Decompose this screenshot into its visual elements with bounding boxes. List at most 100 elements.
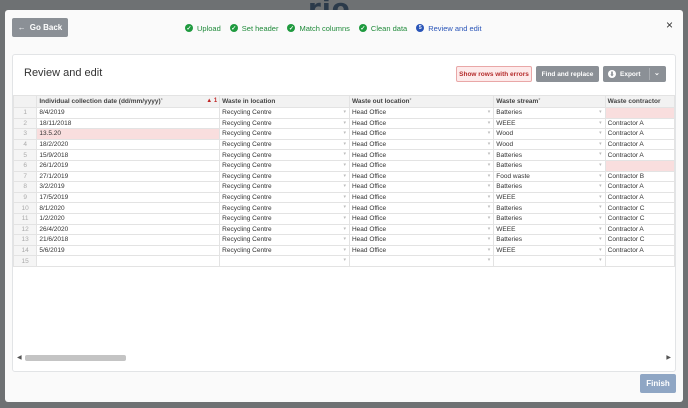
table-cell[interactable]: 17/5/2019 [36,191,221,204]
table-cell[interactable]: WEEE ▾ [493,191,606,204]
chevron-down-icon[interactable]: ▾ [488,236,491,245]
chevron-down-icon[interactable]: ▾ [343,151,346,160]
table-cell[interactable]: Recycling Centre ▾ [219,149,350,161]
table-cell[interactable]: Contractor A [604,149,675,161]
table-cell[interactable]: 26/1/2019 [36,159,221,172]
table-cell[interactable] [604,107,675,119]
chevron-down-icon[interactable]: ▾ [488,119,491,128]
table-cell[interactable]: 18/2/2020 [36,138,221,151]
table-cell[interactable]: Recycling Centre ▾ [219,107,350,119]
warning-icon[interactable]: ▲ 1 [206,97,217,106]
chevron-down-icon[interactable]: ⌄ [654,69,660,77]
table-cell[interactable]: Recycling Centre ▾ [219,117,350,130]
chevron-down-icon[interactable]: ▾ [488,214,491,223]
chevron-down-icon[interactable]: ▾ [343,193,346,202]
chevron-down-icon[interactable]: ▾ [488,108,491,117]
table-cell[interactable]: 8/4/2019 [36,107,221,119]
table-cell[interactable]: Contractor B [604,170,675,183]
table-cell[interactable]: 13.5.20 [36,128,221,140]
table-cell[interactable]: Food waste ▾ [493,170,606,183]
table-cell[interactable]: Contractor A [604,138,675,151]
chevron-down-icon[interactable]: ▾ [488,130,491,139]
table-cell[interactable]: Contractor C [604,234,675,246]
table-cell[interactable]: Head Office ▾ [348,181,495,193]
table-cell[interactable]: Recycling Centre ▾ [219,191,350,204]
close-icon[interactable]: × [666,18,673,32]
export-button[interactable]: ⬇ Export ⌄ [603,66,666,82]
chevron-down-icon[interactable]: ▾ [488,257,491,266]
table-cell[interactable]: 21/6/2018 [36,234,221,246]
table-cell[interactable]: WEEE ▾ [493,223,606,236]
chevron-down-icon[interactable]: ▾ [343,119,346,128]
chevron-down-icon[interactable]: ▾ [488,161,491,170]
chevron-down-icon[interactable]: ▾ [343,225,346,234]
go-back-button[interactable]: ← Go Back [12,18,68,37]
column-header-collection-date[interactable]: Individual collection date (dd/mm/yyyy)*… [36,95,221,108]
chevron-down-icon[interactable]: ▾ [343,108,346,117]
chevron-down-icon[interactable]: ▾ [488,204,491,213]
table-cell[interactable] [604,159,675,172]
chevron-down-icon[interactable]: ▾ [599,204,602,213]
chevron-down-icon[interactable]: ▾ [343,161,346,170]
chevron-down-icon[interactable]: ▾ [599,214,602,223]
chevron-down-icon[interactable]: ▾ [343,130,346,139]
chevron-down-icon[interactable]: ▾ [599,130,602,139]
chevron-down-icon[interactable]: ▾ [343,214,346,223]
table-cell[interactable]: Head Office ▾ [348,170,495,183]
finish-button[interactable]: Finish [640,374,676,393]
table-cell[interactable]: WEEE ▾ [493,117,606,130]
table-cell[interactable]: Recycling Centre ▾ [219,234,350,246]
table-cell[interactable]: WEEE ▾ [493,244,606,257]
chevron-down-icon[interactable]: ▾ [488,225,491,234]
table-cell[interactable]: Contractor C [604,212,675,225]
show-errors-button[interactable]: Show rows with errors [456,66,532,82]
table-cell[interactable]: Recycling Centre ▾ [219,181,350,193]
table-cell[interactable]: Contractor A [604,181,675,193]
chevron-down-icon[interactable]: ▾ [343,172,346,181]
chevron-down-icon[interactable]: ▾ [488,246,491,255]
table-cell[interactable]: Recycling Centre ▾ [219,138,350,151]
table-cell[interactable]: ▾ [348,255,495,267]
table-cell[interactable]: Recycling Centre ▾ [219,244,350,257]
table-cell[interactable]: Recycling Centre ▾ [219,159,350,172]
table-cell[interactable]: Head Office ▾ [348,107,495,119]
table-cell[interactable]: Batteries ▾ [493,107,606,119]
table-cell[interactable]: 3/2/2019 [36,181,221,193]
table-cell[interactable]: Wood ▾ [493,128,606,140]
table-cell[interactable]: 26/4/2020 [36,223,221,236]
chevron-down-icon[interactable]: ▾ [488,172,491,181]
table-cell[interactable]: Contractor A [604,128,675,140]
scroll-right-icon[interactable]: ▶ [666,354,671,361]
table-cell[interactable]: Head Office ▾ [348,223,495,236]
table-cell[interactable] [604,255,675,267]
table-cell[interactable]: Recycling Centre ▾ [219,223,350,236]
chevron-down-icon[interactable]: ▾ [343,257,346,266]
chevron-down-icon[interactable]: ▾ [599,236,602,245]
table-cell[interactable]: Contractor C [604,202,675,214]
column-header-waste-contractor[interactable]: Waste contractor [604,95,675,108]
table-cell[interactable]: Head Office ▾ [348,149,495,161]
table-cell[interactable]: Recycling Centre ▾ [219,202,350,214]
table-cell[interactable]: Batteries ▾ [493,202,606,214]
table-cell[interactable]: Head Office ▾ [348,234,495,246]
table-cell[interactable]: Head Office ▾ [348,128,495,140]
chevron-down-icon[interactable]: ▾ [488,183,491,192]
table-cell[interactable]: ▾ [219,255,350,267]
find-replace-button[interactable]: Find and replace [536,66,599,82]
column-header-waste-stream[interactable]: Waste stream* [493,95,606,108]
table-cell[interactable]: 27/1/2019 [36,170,221,183]
horizontal-scrollbar[interactable]: ◀ ▶ [13,354,675,362]
chevron-down-icon[interactable]: ▾ [599,246,602,255]
table-cell[interactable]: Batteries ▾ [493,212,606,225]
chevron-down-icon[interactable]: ▾ [599,193,602,202]
chevron-down-icon[interactable]: ▾ [599,161,602,170]
chevron-down-icon[interactable]: ▾ [343,246,346,255]
chevron-down-icon[interactable]: ▾ [599,140,602,149]
chevron-down-icon[interactable]: ▾ [599,225,602,234]
table-cell[interactable]: Batteries ▾ [493,181,606,193]
chevron-down-icon[interactable]: ▾ [488,193,491,202]
table-cell[interactable]: Head Office ▾ [348,202,495,214]
table-cell[interactable]: 15/9/2018 [36,149,221,161]
table-cell[interactable]: 18/11/2018 [36,117,221,130]
chevron-down-icon[interactable]: ▾ [343,204,346,213]
